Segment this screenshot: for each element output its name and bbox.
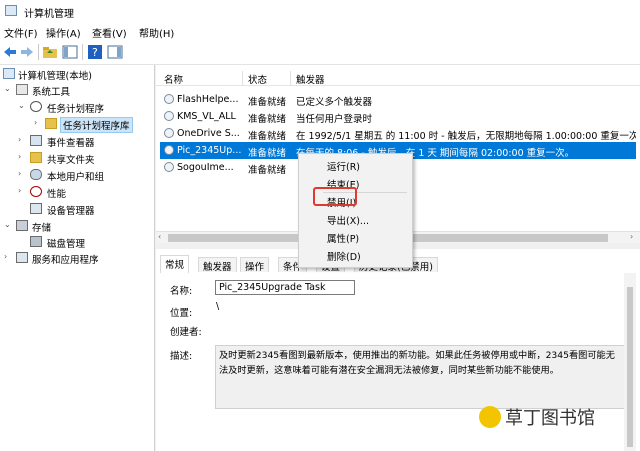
task-row[interactable]: KMS_VL_ALL 准备就绪 当任何用户登录时 <box>160 108 636 125</box>
author-label: 创建者: <box>170 327 202 338</box>
menu-item-properties[interactable]: 属性(P) <box>327 231 359 245</box>
task-row[interactable]: OneDrive S... 准备就绪 在 1992/5/1 星期五 的 11:0… <box>160 125 636 142</box>
task-icon <box>164 145 174 155</box>
svg-text:?: ? <box>92 46 98 59</box>
context-menu: 运行(R) 结束(E) 禁用(I) 导出(X)... 属性(P) 删除(D) <box>298 153 413 268</box>
toolbar-separator <box>38 44 39 60</box>
disk-icon <box>30 236 42 247</box>
description-label: 描述: <box>170 351 193 362</box>
clock-icon <box>30 101 42 112</box>
tree-item-system-tools[interactable]: ⌄ 系统工具 <box>0 83 150 98</box>
forward-arrow-icon[interactable] <box>19 44 35 60</box>
menu-action[interactable]: 操作(A) <box>46 25 81 40</box>
task-icon <box>164 128 174 138</box>
disable-highlight-box <box>313 187 357 206</box>
navigation-tree: 计算机管理(本地) ⌄ 系统工具 ⌄ 任务计划程序 › 任务计划程序库 › 事件… <box>0 65 155 451</box>
location-value: \ <box>216 301 220 312</box>
tree-item-local-users-groups[interactable]: › 本地用户和组 <box>0 168 150 183</box>
menu-item-run[interactable]: 运行(R) <box>327 159 360 173</box>
storage-icon <box>16 220 28 231</box>
tree-item-task-scheduler[interactable]: ⌄ 任务计划程序 <box>0 100 150 115</box>
tree-item-storage[interactable]: ⌄ 存储 <box>0 219 150 234</box>
task-icon <box>164 162 174 172</box>
tree-item-event-viewer[interactable]: › 事件查看器 <box>0 134 150 149</box>
column-name[interactable]: 名称 <box>164 72 183 86</box>
computer-management-icon <box>5 5 17 16</box>
toolbar: ? <box>0 40 640 65</box>
chevron-down-icon[interactable]: ⌄ <box>18 101 25 110</box>
column-separator[interactable] <box>290 71 291 85</box>
event-viewer-icon <box>30 135 42 146</box>
task-name-field[interactable]: Pic_2345Upgrade Task <box>215 280 355 295</box>
tree-item-computer-management[interactable]: 计算机管理(本地) <box>0 67 150 82</box>
column-status[interactable]: 状态 <box>248 72 267 86</box>
chevron-down-icon[interactable]: ⌄ <box>4 220 11 229</box>
chevron-right-icon[interactable]: › <box>18 186 21 195</box>
task-icon <box>164 94 174 104</box>
watermark-logo-icon <box>479 406 501 428</box>
tree-item-services-applications[interactable]: › 服务和应用程序 <box>0 251 150 266</box>
show-action-pane-icon[interactable] <box>107 44 123 60</box>
performance-icon <box>30 186 42 197</box>
scrollbar-thumb[interactable] <box>627 287 633 447</box>
folder-icon <box>45 118 57 129</box>
users-icon <box>30 169 42 180</box>
column-separator[interactable] <box>242 71 243 85</box>
device-manager-icon <box>30 203 42 214</box>
watermark: 草丁图书馆 <box>479 404 595 429</box>
description-field[interactable]: 及时更新2345看图到最新版本，使用推出的新功能。如果此任务被停用或中断，234… <box>215 345 627 409</box>
up-folder-icon[interactable] <box>42 44 58 60</box>
tools-icon <box>16 84 28 95</box>
location-label: 位置: <box>170 308 193 319</box>
chevron-right-icon[interactable]: › <box>18 169 21 178</box>
menu-help[interactable]: 帮助(H) <box>139 25 174 40</box>
task-icon <box>164 111 174 121</box>
name-label: 名称: <box>170 286 193 297</box>
menu-view[interactable]: 查看(V) <box>92 25 127 40</box>
tree-item-performance[interactable]: › 性能 <box>0 185 150 200</box>
computer-icon <box>3 68 15 79</box>
tab-actions[interactable]: 操作 <box>240 257 270 273</box>
chevron-right-icon[interactable]: › <box>18 135 21 144</box>
toolbar-separator <box>82 44 83 60</box>
tree-item-disk-management[interactable]: 磁盘管理 <box>0 235 150 250</box>
title-bar: 计算机管理 <box>0 0 640 22</box>
tree-item-task-scheduler-library[interactable]: › 任务计划程序库 <box>0 117 150 133</box>
chevron-right-icon[interactable]: › <box>4 252 7 261</box>
menu-bar: 文件(F) 操作(A) 查看(V) 帮助(H) <box>0 22 640 40</box>
scroll-right-icon[interactable]: › <box>630 232 633 241</box>
services-icon <box>16 252 28 263</box>
column-trigger[interactable]: 触发器 <box>296 72 325 86</box>
chevron-right-icon[interactable]: › <box>18 152 21 161</box>
watermark-text: 草丁图书馆 <box>505 408 595 429</box>
task-row[interactable]: FlashHelpe... 准备就绪 已定义多个触发器 <box>160 91 636 108</box>
show-hide-tree-icon[interactable] <box>62 44 78 60</box>
back-arrow-icon[interactable] <box>2 44 18 60</box>
menu-file[interactable]: 文件(F) <box>4 25 38 40</box>
tree-item-device-manager[interactable]: 设备管理器 <box>0 202 150 217</box>
help-icon[interactable]: ? <box>87 44 103 60</box>
window-title: 计算机管理 <box>24 9 74 20</box>
chevron-down-icon[interactable]: ⌄ <box>4 84 11 93</box>
tree-item-shared-folders[interactable]: › 共享文件夹 <box>0 151 150 166</box>
menu-item-delete[interactable]: 删除(D) <box>327 249 361 263</box>
vertical-scrollbar[interactable] <box>624 273 636 451</box>
tab-triggers[interactable]: 触发器 <box>198 257 237 273</box>
chevron-right-icon[interactable]: › <box>34 118 37 127</box>
tab-general[interactable]: 常规 <box>160 255 190 274</box>
scroll-left-icon[interactable]: ‹ <box>158 232 161 241</box>
list-header: 名称 状态 触发器 <box>156 69 640 86</box>
shared-folder-icon <box>30 152 42 163</box>
menu-item-export[interactable]: 导出(X)... <box>327 213 369 227</box>
